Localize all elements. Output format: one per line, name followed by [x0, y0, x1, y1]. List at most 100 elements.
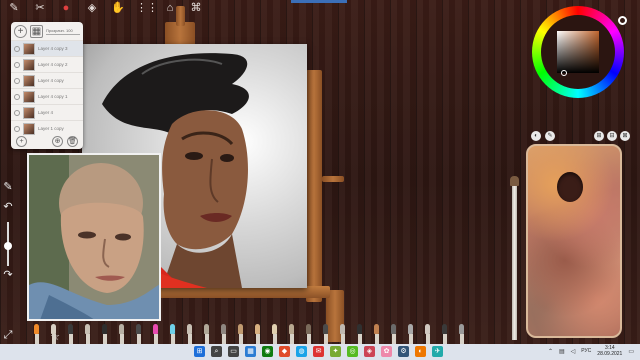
record-icon[interactable]: ● — [58, 0, 74, 16]
visibility-icon[interactable] — [14, 125, 20, 132]
taskbar-app-icon[interactable]: ✈ — [432, 346, 443, 357]
brush-11[interactable] — [198, 322, 215, 344]
chevron-up-icon[interactable]: ⌃ — [548, 348, 553, 355]
add-layer-button[interactable]: + — [14, 24, 27, 38]
taskbar-app-icon[interactable]: ◍ — [296, 346, 307, 357]
delete-layer-button[interactable]: 🗑 — [67, 135, 78, 147]
network-icon[interactable]: ▤ — [559, 348, 565, 355]
brush-18[interactable] — [317, 322, 334, 344]
brush-2[interactable] — [45, 322, 62, 344]
palette-clear-button[interactable]: ⊠ — [620, 131, 630, 141]
brush-15[interactable] — [266, 322, 283, 344]
taskbar-app-icon[interactable]: ◆ — [279, 346, 290, 357]
brush-9[interactable] — [164, 322, 181, 344]
palette-remove-button[interactable]: ⊟ — [607, 131, 617, 141]
palette-brush-handle — [512, 178, 517, 340]
brush-23[interactable] — [402, 322, 419, 344]
opacity-label[interactable]: Прозрачн. 100 — [46, 28, 80, 35]
taskbar-app-icon[interactable]: ◐ — [415, 346, 426, 357]
brush-tip — [306, 324, 311, 334]
brush-4[interactable] — [79, 322, 96, 344]
brush-21[interactable] — [368, 322, 385, 344]
brush-24[interactable] — [419, 322, 436, 344]
fullscreen-icon[interactable]: ⤢ — [1, 328, 15, 342]
language-indicator[interactable]: РУС — [581, 348, 591, 354]
easel-knob — [322, 176, 344, 182]
layer-row[interactable]: Layer 4 copy 3 — [11, 40, 83, 56]
redo-icon[interactable]: ↷ — [1, 268, 15, 282]
brush-12[interactable] — [215, 322, 232, 344]
merge-layer-button[interactable]: ⊕ — [52, 135, 63, 147]
palette-brush-tip[interactable] — [510, 176, 519, 186]
taskbar-app-icon[interactable]: ▭ — [228, 346, 239, 357]
undo-icon[interactable]: ↶ — [1, 200, 15, 214]
visibility-icon[interactable] — [14, 93, 20, 100]
clock[interactable]: 3:14 28.09.2021 — [597, 345, 622, 357]
palette-add-button[interactable]: ⊞ — [594, 131, 604, 141]
color-selector-knob[interactable] — [561, 70, 567, 76]
pencil-icon[interactable]: ✎ — [6, 0, 22, 16]
brush-7[interactable] — [130, 322, 147, 344]
brush-26[interactable] — [453, 322, 470, 344]
brush-13[interactable] — [232, 322, 249, 344]
brush-tip — [119, 324, 124, 334]
brush-handle — [34, 334, 39, 344]
brush-25[interactable] — [436, 322, 453, 344]
brush-5[interactable] — [96, 322, 113, 344]
reference-photo[interactable] — [27, 153, 161, 321]
brush-handle — [272, 334, 277, 344]
brush-tip — [289, 324, 294, 334]
brush-22[interactable] — [385, 322, 402, 344]
easel-post — [306, 70, 322, 302]
taskbar-app-icon[interactable]: ⌕ — [211, 346, 222, 357]
brush-tip — [51, 324, 56, 334]
taskbar-app-icon[interactable]: ▦ — [245, 346, 256, 357]
layer-row[interactable]: Layer 4 copy 1 — [11, 88, 83, 104]
taskbar-app-icon[interactable]: ⊞ — [194, 346, 205, 357]
eyedropper-button[interactable]: ✎ — [545, 131, 555, 141]
brush-handle — [136, 334, 141, 344]
brush-8[interactable] — [147, 322, 164, 344]
grid-icon[interactable]: ⋮⋮ — [136, 0, 158, 16]
visibility-icon[interactable] — [14, 77, 20, 84]
brush-handle — [68, 334, 73, 344]
brush-6[interactable] — [113, 322, 130, 344]
reference-portrait-image — [29, 155, 159, 319]
brush-1[interactable] — [28, 322, 45, 344]
brush-20[interactable] — [351, 322, 368, 344]
palette-mode-button[interactable]: ◐ — [531, 131, 541, 141]
brush-16[interactable] — [283, 322, 300, 344]
layer-thumbnail — [23, 42, 35, 55]
brush-14[interactable] — [249, 322, 266, 344]
visibility-icon[interactable] — [14, 61, 20, 68]
brush-size-slider-knob[interactable] — [4, 242, 12, 250]
brush-10[interactable] — [181, 322, 198, 344]
visibility-icon[interactable] — [14, 109, 20, 116]
brush-3[interactable] — [62, 322, 79, 344]
saturation-value-picker[interactable] — [557, 31, 599, 73]
visibility-icon[interactable] — [14, 45, 20, 52]
brush-17[interactable] — [300, 322, 317, 344]
hand-icon[interactable]: ✋ — [110, 0, 126, 16]
layers-icon[interactable]: ◈ — [84, 0, 100, 16]
volume-icon[interactable]: ◁ — [571, 348, 576, 355]
camera-icon[interactable]: ⌘ — [188, 0, 204, 16]
layer-row[interactable]: Layer 4 — [11, 104, 83, 120]
notification-icon[interactable]: ▭ — [628, 348, 634, 355]
taskbar-app-icon[interactable]: ✉ — [313, 346, 324, 357]
brush-19[interactable] — [334, 322, 351, 344]
brush-tip — [102, 324, 107, 334]
layer-options-icon[interactable]: ▦ — [30, 24, 43, 38]
taskbar-app-icon[interactable]: ◉ — [262, 346, 273, 357]
taskbar-app-icon[interactable]: ◈ — [364, 346, 375, 357]
taskbar-app-icon[interactable]: ✿ — [381, 346, 392, 357]
scissors-icon[interactable]: ✂ — [32, 0, 48, 16]
taskbar-app-icon[interactable]: ⚙ — [398, 346, 409, 357]
layer-row[interactable]: Layer 4 copy — [11, 72, 83, 88]
new-layer-button[interactable]: + — [16, 135, 27, 147]
taskbar-app-icon[interactable]: ◎ — [347, 346, 358, 357]
hue-selector-knob[interactable] — [618, 16, 627, 25]
layer-row[interactable]: Layer 4 copy 2 — [11, 56, 83, 72]
taskbar-app-icon[interactable]: ✦ — [330, 346, 341, 357]
brush-tool-icon[interactable]: ✎ — [1, 180, 15, 194]
